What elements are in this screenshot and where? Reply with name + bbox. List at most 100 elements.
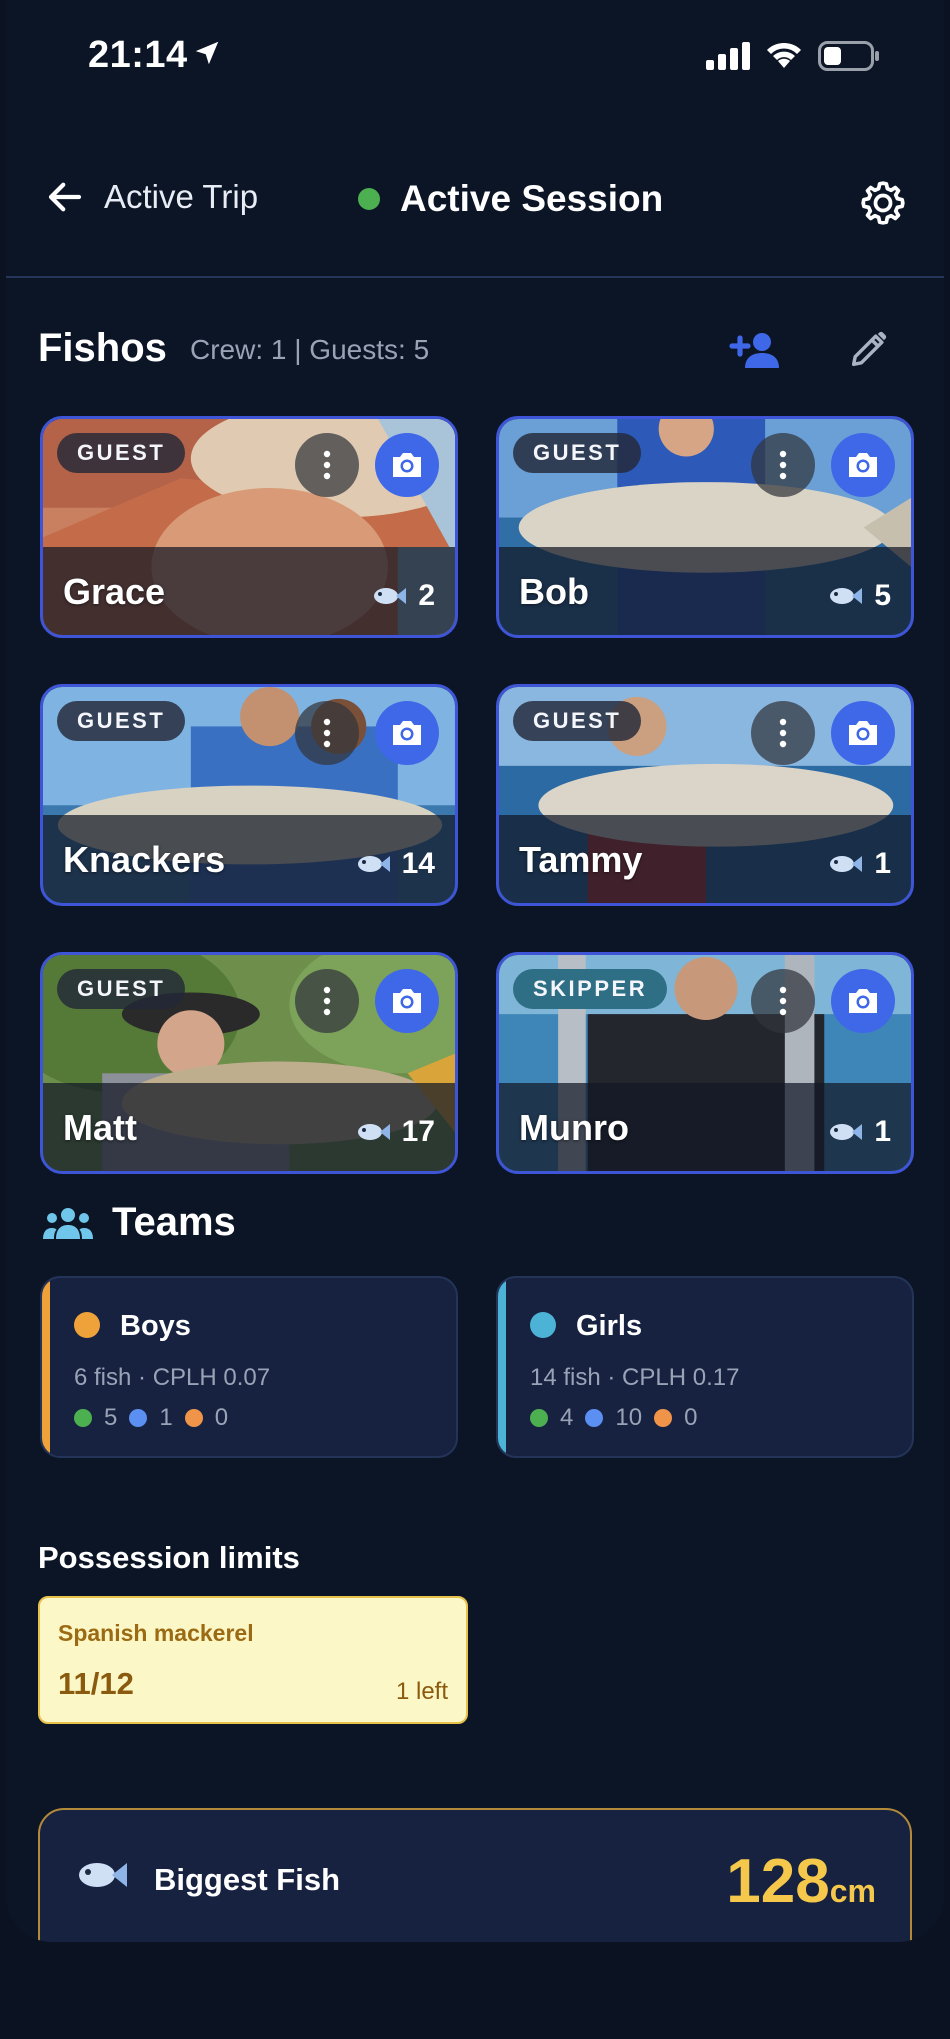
- fisho-card-munro[interactable]: SKIPPER Munro 1: [496, 952, 914, 1174]
- back-label: Active Trip: [104, 178, 259, 215]
- camera-icon: [393, 721, 421, 745]
- fisho-name: Knackers: [63, 839, 226, 880]
- breakdown-dot-green: [74, 1409, 92, 1427]
- back-arrow-icon: [48, 182, 82, 212]
- more-options-button[interactable]: [295, 701, 359, 765]
- team-accent-bar: [498, 1278, 506, 1456]
- role-badge: SKIPPER: [513, 969, 668, 1009]
- session-status-dot: [358, 188, 380, 210]
- team-color-dot: [74, 1312, 100, 1338]
- camera-button[interactable]: [831, 969, 895, 1033]
- more-vertical-icon: [323, 450, 331, 480]
- possession-limits-title: Possession limits: [38, 1540, 300, 1575]
- fisho-name: Grace: [63, 571, 166, 612]
- fish-icon: [830, 856, 863, 872]
- more-options-button[interactable]: [295, 969, 359, 1033]
- team-name: Boys: [120, 1310, 191, 1342]
- camera-icon: [849, 453, 877, 477]
- camera-icon: [393, 989, 421, 1013]
- catch-count: 5: [828, 579, 891, 613]
- more-options-button[interactable]: [751, 433, 815, 497]
- settings-gear-icon[interactable]: [858, 178, 908, 228]
- teams-title: Teams: [112, 1200, 236, 1244]
- team-color-dot: [530, 1312, 556, 1338]
- limit-remaining: 1 left: [395, 1678, 448, 1705]
- breakdown-dot-orange: [184, 1409, 203, 1427]
- fisho-card-matt[interactable]: GUEST Matt 17: [40, 952, 458, 1174]
- top-app-bar: Active Trip Active Session: [6, 150, 944, 260]
- biggest-fish-value: 128 cm: [726, 1847, 876, 1916]
- battery-icon: [818, 41, 879, 71]
- breakdown-value: 0: [684, 1404, 698, 1431]
- camera-icon: [393, 453, 421, 477]
- status-bar: 21:14: [6, 0, 944, 110]
- camera-icon: [849, 989, 877, 1013]
- fisho-name: Matt: [63, 1107, 137, 1148]
- catch-count: 1: [828, 847, 891, 881]
- fisho-card-knackers[interactable]: GUEST Knackers 14: [40, 684, 458, 906]
- fish-icon: [79, 1863, 127, 1887]
- biggest-fish-label: Biggest Fish: [154, 1862, 341, 1897]
- breakdown-dot-blue: [585, 1409, 604, 1427]
- fisho-card-tammy[interactable]: GUEST Tammy 1: [496, 684, 914, 906]
- breakdown-value: 10: [615, 1404, 643, 1431]
- team-stats: 14 fish · CPLH 0.17: [530, 1364, 740, 1391]
- fisho-card-grace[interactable]: GUEST Grace 2: [40, 416, 458, 638]
- group-icon: [43, 1207, 93, 1239]
- signal-icon: [706, 42, 750, 70]
- fish-icon: [830, 1124, 863, 1140]
- team-name: Girls: [576, 1310, 643, 1342]
- app-screen: 21:14 Active Trip Active Session Fishos …: [6, 0, 944, 1942]
- catch-count: 17: [356, 1115, 435, 1149]
- camera-button[interactable]: [375, 433, 439, 497]
- camera-button[interactable]: [831, 433, 895, 497]
- camera-button[interactable]: [831, 701, 895, 765]
- more-options-button[interactable]: [751, 969, 815, 1033]
- role-badge: GUEST: [513, 433, 642, 473]
- more-options-button[interactable]: [295, 433, 359, 497]
- breakdown-value: 5: [104, 1404, 118, 1431]
- camera-button[interactable]: [375, 969, 439, 1033]
- fisho-name: Bob: [519, 571, 589, 612]
- session-status: Active Session: [358, 178, 663, 220]
- fisho-card-bob[interactable]: GUEST Bob 5: [496, 416, 914, 638]
- header-divider: [6, 276, 944, 278]
- edit-pencil-icon[interactable]: [846, 326, 892, 372]
- add-person-icon[interactable]: [728, 326, 784, 374]
- team-accent-bar: [42, 1278, 50, 1456]
- team-card-girls[interactable]: Girls 14 fish · CPLH 0.17 4 10 0: [496, 1276, 914, 1458]
- teams-header: Teams: [42, 1200, 236, 1245]
- more-options-button[interactable]: [751, 701, 815, 765]
- fish-icon: [357, 1124, 390, 1140]
- breakdown-value: 1: [159, 1404, 173, 1431]
- role-badge: GUEST: [57, 969, 186, 1009]
- more-vertical-icon: [779, 450, 787, 480]
- back-button[interactable]: Active Trip: [44, 176, 258, 218]
- status-time: 21:14: [88, 34, 188, 76]
- camera-button[interactable]: [375, 701, 439, 765]
- role-badge: GUEST: [57, 433, 186, 473]
- catch-count: 1: [828, 1115, 891, 1149]
- wifi-icon: [767, 42, 801, 68]
- team-breakdown: 4 10 0: [530, 1404, 697, 1432]
- team-card-boys[interactable]: Boys 6 fish · CPLH 0.07 5 1 0: [40, 1276, 458, 1458]
- fish-icon: [830, 588, 863, 604]
- biggest-fish-card[interactable]: Biggest Fish 128 cm: [38, 1808, 912, 1942]
- breakdown-dot-green: [530, 1409, 548, 1427]
- more-vertical-icon: [323, 718, 331, 748]
- breakdown-value: 0: [214, 1404, 229, 1431]
- more-vertical-icon: [779, 718, 787, 748]
- session-title: Active Session: [400, 178, 664, 219]
- more-vertical-icon: [779, 986, 787, 1016]
- fish-icon: [357, 856, 390, 872]
- team-breakdown: 5 1 0: [74, 1404, 228, 1432]
- camera-icon: [849, 721, 877, 745]
- possession-limit-card[interactable]: Spanish mackerel 11/12 1 left: [38, 1596, 468, 1724]
- fishos-title: Fishos: [38, 326, 167, 370]
- more-vertical-icon: [323, 986, 331, 1016]
- catch-count: 2: [372, 579, 435, 613]
- location-arrow-icon: [195, 41, 219, 65]
- limit-species: Spanish mackerel: [58, 1620, 254, 1646]
- catch-count: 14: [356, 847, 435, 881]
- fisho-name: Munro: [519, 1107, 629, 1148]
